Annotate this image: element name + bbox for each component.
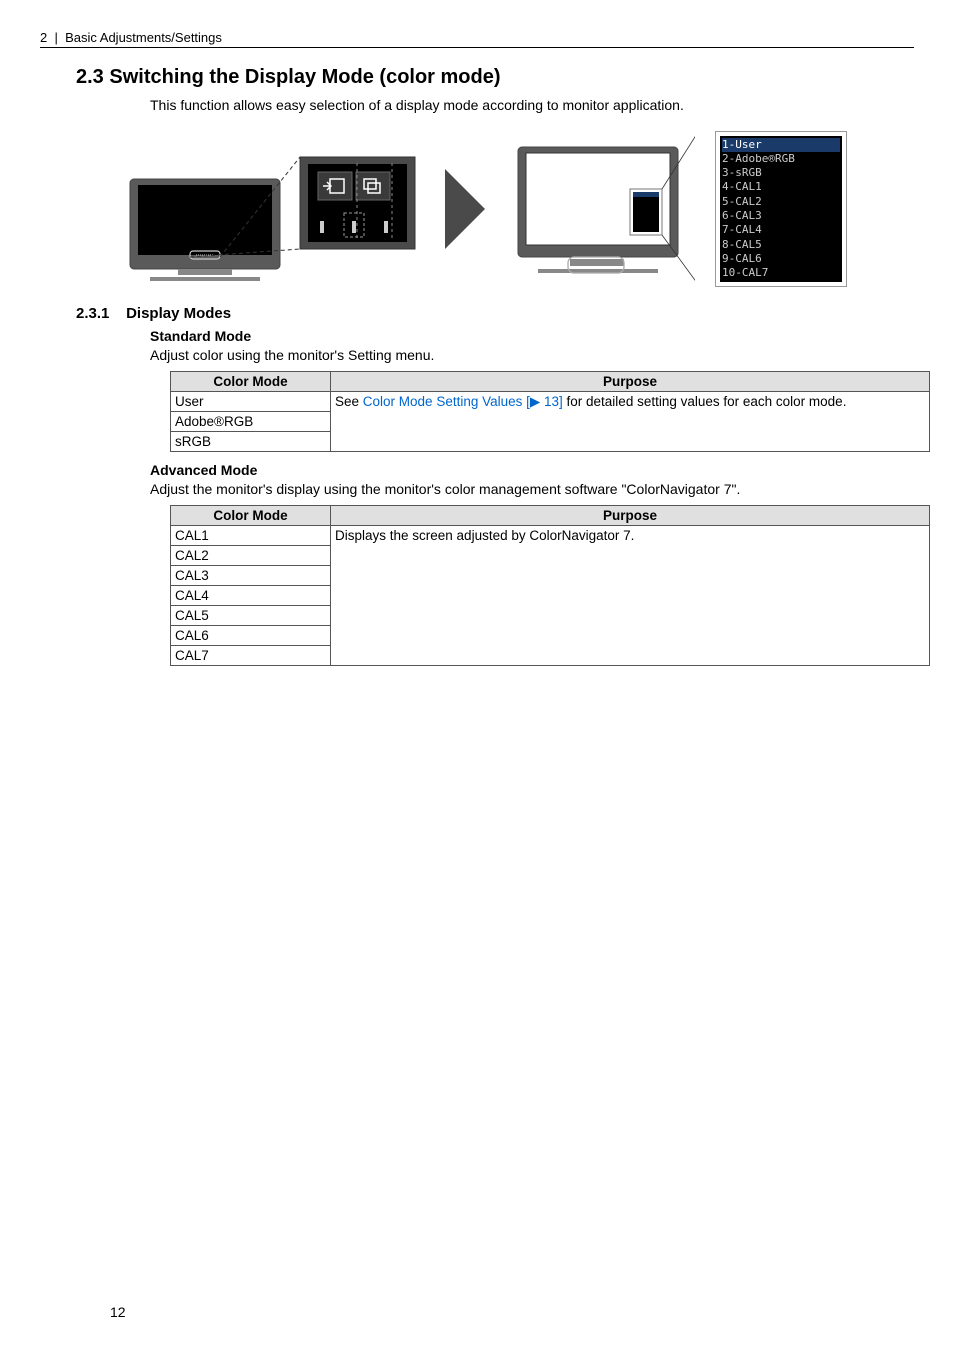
osd-item: 10-CAL7	[722, 266, 840, 280]
osd-item: 1-User	[722, 138, 840, 152]
advanced-mode-table: Color Mode Purpose CAL1 Displays the scr…	[170, 505, 930, 666]
diagram-area: 1-User 2-Adobe®RGB 3-sRGB 4-CAL1 5-CAL2 …	[120, 129, 914, 289]
advanced-mode-desc: Adjust the monitor's display using the m…	[150, 481, 914, 497]
header-separator: |	[51, 30, 62, 45]
mode-cell: sRGB	[171, 432, 331, 452]
osd-item: 7-CAL4	[722, 223, 840, 237]
col-purpose-header: Purpose	[331, 372, 930, 392]
page-number: 12	[110, 1304, 126, 1320]
subsection-title: 2.3.1 Display Modes	[76, 305, 914, 322]
section-name: Switching the Display Mode (color mode)	[109, 66, 500, 88]
mode-cell: CAL4	[171, 586, 331, 606]
col-mode-header: Color Mode	[171, 506, 331, 526]
osd-item: 6-CAL3	[722, 209, 840, 223]
subsection-name: Display Modes	[126, 305, 231, 322]
arrow-icon	[440, 164, 490, 254]
table-header-row: Color Mode Purpose	[171, 506, 930, 526]
purpose-prefix: See	[335, 394, 363, 409]
mode-cell: CAL5	[171, 606, 331, 626]
mode-cell: User	[171, 392, 331, 412]
monitor-result-diagram	[510, 129, 695, 289]
subsection-number: 2.3.1	[76, 305, 109, 322]
mode-cell: CAL6	[171, 626, 331, 646]
purpose-cell: Displays the screen adjusted by ColorNav…	[331, 526, 930, 666]
section-title: 2.3 Switching the Display Mode (color mo…	[76, 66, 914, 89]
mode-cell: CAL2	[171, 546, 331, 566]
osd-item: 9-CAL6	[722, 252, 840, 266]
osd-item: 8-CAL5	[722, 238, 840, 252]
mode-cell: CAL1	[171, 526, 331, 546]
purpose-link[interactable]: Color Mode Setting Values [▶ 13]	[363, 394, 563, 409]
standard-mode-heading: Standard Mode	[150, 328, 914, 344]
osd-item: 2-Adobe®RGB	[722, 152, 840, 166]
table-header-row: Color Mode Purpose	[171, 372, 930, 392]
mode-cell: CAL7	[171, 646, 331, 666]
section-intro: This function allows easy selection of a…	[150, 97, 914, 113]
standard-mode-table: Color Mode Purpose User See Color Mode S…	[170, 371, 930, 452]
table-row: CAL1 Displays the screen adjusted by Col…	[171, 526, 930, 546]
advanced-mode-heading: Advanced Mode	[150, 462, 914, 478]
osd-item: 4-CAL1	[722, 180, 840, 194]
section-number: 2.3	[76, 66, 104, 88]
col-purpose-header: Purpose	[331, 506, 930, 526]
purpose-suffix: for detailed setting values for each col…	[563, 394, 847, 409]
monitor-controls-diagram	[120, 129, 420, 289]
purpose-cell: See Color Mode Setting Values [▶ 13] for…	[331, 392, 930, 452]
mode-cell: Adobe®RGB	[171, 412, 331, 432]
standard-mode-desc: Adjust color using the monitor's Setting…	[150, 347, 914, 363]
table-row: User See Color Mode Setting Values [▶ 13…	[171, 392, 930, 412]
mode-cell: CAL3	[171, 566, 331, 586]
osd-menu: 1-User 2-Adobe®RGB 3-sRGB 4-CAL1 5-CAL2 …	[715, 131, 847, 288]
page-header: 2 | Basic Adjustments/Settings	[40, 30, 914, 48]
header-title: Basic Adjustments/Settings	[65, 30, 222, 45]
osd-item: 5-CAL2	[722, 195, 840, 209]
col-mode-header: Color Mode	[171, 372, 331, 392]
header-chapter: 2	[40, 30, 47, 45]
osd-item: 3-sRGB	[722, 166, 840, 180]
